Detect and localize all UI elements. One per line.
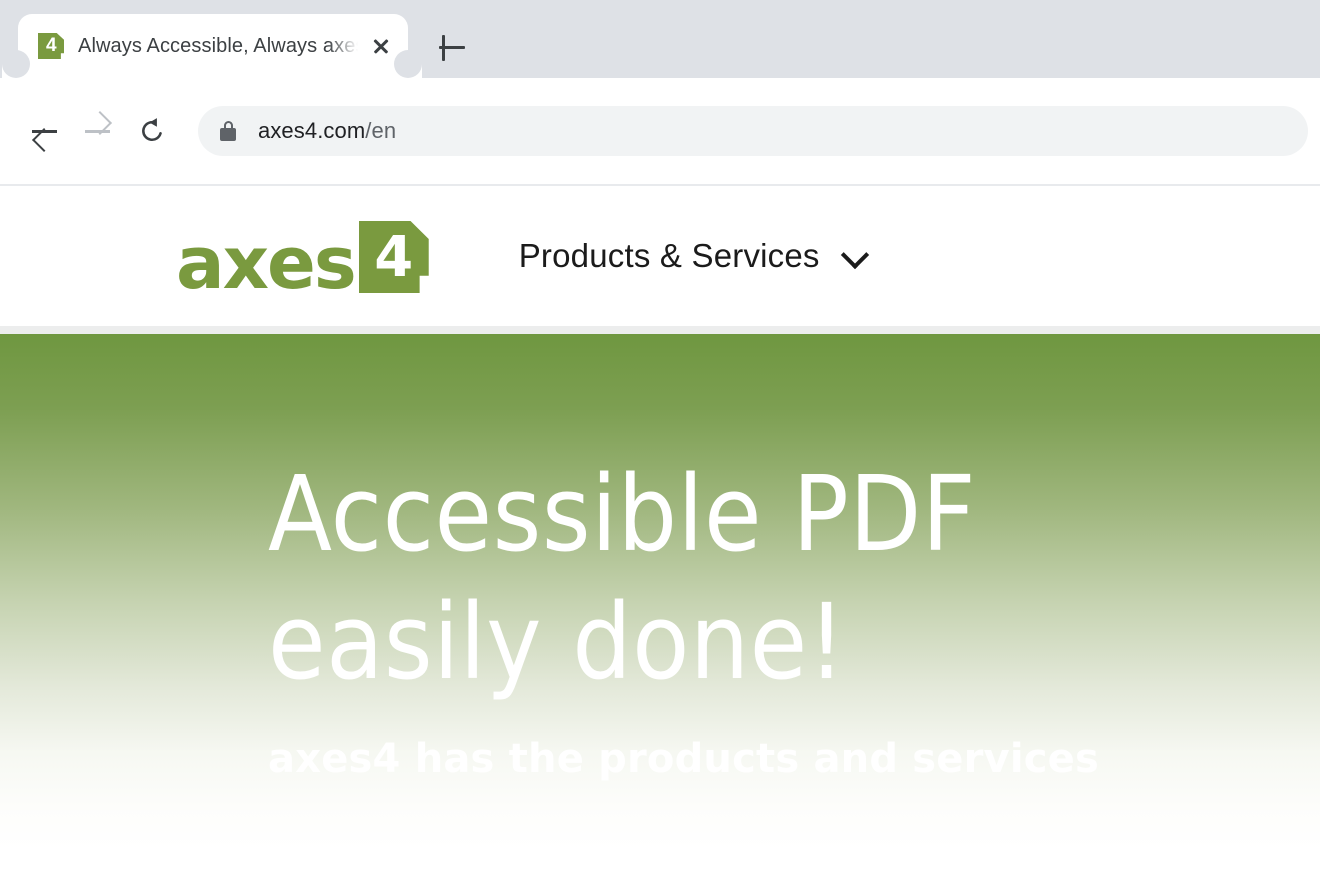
hero-content: Accessible PDF easily done! axes4 has th… bbox=[268, 450, 1268, 790]
axes4-favicon-icon: 4 bbox=[38, 33, 64, 59]
hero-subtitle: axes4 has the products and services bbox=[268, 728, 1268, 790]
back-arrow-icon[interactable] bbox=[18, 105, 70, 157]
tab-corner-right bbox=[394, 50, 422, 78]
logo-mark-label: 4 bbox=[374, 225, 414, 290]
hero-banner: Accessible PDF easily done! axes4 has th… bbox=[0, 334, 1320, 871]
browser-toolbar: axes4.com/en bbox=[0, 78, 1320, 184]
hero-title-line-1: Accessible PDF bbox=[268, 453, 977, 575]
url-path: /en bbox=[365, 118, 397, 143]
main-navigation: Products & Services bbox=[519, 237, 868, 275]
lock-icon bbox=[220, 121, 236, 141]
reload-icon[interactable] bbox=[126, 105, 178, 157]
page-content: axes 4 Products & Services Accessible PD… bbox=[0, 186, 1320, 871]
new-tab-button[interactable] bbox=[430, 26, 474, 70]
url-host: axes4.com bbox=[258, 118, 366, 143]
chevron-down-icon[interactable] bbox=[842, 243, 868, 269]
logo-mark-icon: 4 bbox=[358, 221, 429, 293]
header-underline bbox=[0, 326, 1320, 334]
tab-strip: 4 Always Accessible, Always axes4 bbox=[0, 0, 1320, 78]
hero-title-line-2: easily done! bbox=[268, 581, 846, 703]
tab-title: Always Accessible, Always axes4 bbox=[78, 34, 358, 57]
hero-subtitle-line-1: axes4 has the products and services bbox=[268, 736, 1099, 782]
site-header: axes 4 Products & Services bbox=[0, 186, 1320, 326]
address-bar[interactable]: axes4.com/en bbox=[198, 106, 1308, 156]
browser-tab[interactable]: 4 Always Accessible, Always axes4 bbox=[18, 14, 408, 78]
logo-wordmark: axes bbox=[176, 220, 357, 305]
url-text: axes4.com/en bbox=[258, 118, 396, 144]
nav-item-products-services[interactable]: Products & Services bbox=[519, 237, 868, 275]
browser-chrome: 4 Always Accessible, Always axes4 axes4.… bbox=[0, 0, 1320, 186]
favicon-label: 4 bbox=[45, 35, 57, 56]
hero-title: Accessible PDF easily done! bbox=[268, 450, 1268, 706]
forward-arrow-icon bbox=[72, 105, 124, 157]
close-icon[interactable] bbox=[364, 29, 398, 63]
nav-item-label: Products & Services bbox=[518, 237, 820, 274]
axes4-logo[interactable]: axes 4 bbox=[176, 220, 429, 305]
tab-corner-left bbox=[2, 50, 30, 78]
